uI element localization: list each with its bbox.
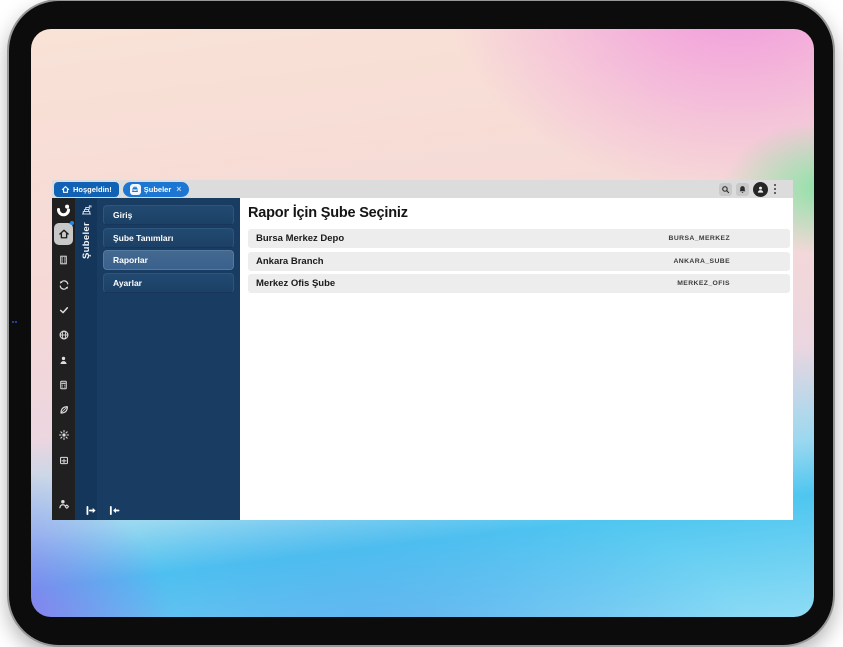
module-strip: Şubeler <box>75 198 97 520</box>
search-icon <box>721 185 730 194</box>
menu-item-label: Ayarlar <box>113 278 142 288</box>
search-button[interactable] <box>719 183 732 196</box>
branch-code: MERKEZ_OFIS <box>677 280 730 287</box>
profile-button[interactable] <box>753 182 768 197</box>
branch-row-ankara[interactable]: Ankara Branch ANKARA_SUBE <box>248 252 790 271</box>
menu-item-giris[interactable]: Giriş <box>103 205 234 225</box>
expand-panel-icon[interactable] <box>85 504 98 517</box>
branch-icon <box>130 184 141 195</box>
home-icon <box>61 185 70 194</box>
menu-item-raporlar[interactable]: Raporlar <box>103 250 234 270</box>
close-icon[interactable]: × <box>176 185 181 194</box>
rail-sun-button[interactable] <box>54 425 73 445</box>
menu-panel: Giriş Şube Tanımları Raporlar Ayarlar <box>97 198 240 520</box>
rail-user-button[interactable] <box>54 350 73 370</box>
rail-building-button[interactable] <box>54 250 73 270</box>
building-icon <box>58 254 69 266</box>
tab-subeler[interactable]: Şubeler × <box>123 182 189 197</box>
branch-row-bursa[interactable]: Bursa Merkez Depo BURSA_MERKEZ <box>248 229 790 248</box>
tab-subeler-label: Şubeler <box>144 185 172 194</box>
collapse-panel-icon[interactable] <box>108 504 121 517</box>
calculator-icon <box>58 379 69 391</box>
menu-item-label: Giriş <box>113 210 132 220</box>
rail-globe-button[interactable] <box>54 325 73 345</box>
avatar-icon <box>756 185 765 194</box>
menu-item-label: Şube Tanımları <box>113 233 173 243</box>
rail-card-button[interactable] <box>54 450 73 470</box>
app-window: Hoşgeldin! Şubeler × <box>52 180 793 520</box>
id-card-icon <box>58 455 70 466</box>
branch-code: ANKARA_SUBE <box>673 258 730 265</box>
rail-sync-button[interactable] <box>54 275 73 295</box>
branch-name: Merkez Ofis Şube <box>256 278 335 289</box>
rail-calculator-button[interactable] <box>54 375 73 395</box>
user-icon <box>58 355 69 366</box>
sun-icon <box>58 429 70 441</box>
tablet-screen: Hoşgeldin! Şubeler × <box>31 29 814 617</box>
branch-row-merkez[interactable]: Merkez Ofis Şube MERKEZ_OFIS <box>248 274 790 293</box>
app-logo-icon <box>55 201 73 218</box>
notifications-button[interactable] <box>736 183 749 196</box>
bell-icon <box>738 185 747 194</box>
rail-check-button[interactable] <box>54 300 73 320</box>
notification-dot <box>70 221 74 225</box>
tablet-frame: Hoşgeldin! Şubeler × <box>9 1 833 645</box>
check-icon <box>58 304 70 316</box>
home-icon <box>58 228 70 240</box>
branch-name: Ankara Branch <box>256 256 324 267</box>
tab-welcome[interactable]: Hoşgeldin! <box>54 182 119 197</box>
rail-home-button[interactable] <box>54 223 73 245</box>
leaf-icon <box>58 404 70 416</box>
tab-welcome-label: Hoşgeldin! <box>73 185 112 194</box>
bezel-indicator-dots <box>12 321 20 325</box>
icon-rail <box>52 198 75 520</box>
module-label: Şubeler <box>81 222 92 259</box>
branch-code: BURSA_MERKEZ <box>669 235 730 242</box>
tab-bar: Hoşgeldin! Şubeler × <box>52 180 793 198</box>
menu-item-ayarlar[interactable]: Ayarlar <box>103 273 234 293</box>
app-body: Şubeler Giriş Şube Tanımları Raporlar Ay… <box>52 198 793 520</box>
topbar-actions <box>719 182 778 197</box>
branch-name: Bursa Merkez Depo <box>256 233 344 244</box>
globe-icon <box>58 329 70 341</box>
rail-user-settings-button[interactable] <box>54 494 73 514</box>
module-branch-icon <box>80 203 93 216</box>
user-settings-icon <box>58 498 70 510</box>
sync-icon <box>58 279 70 291</box>
overflow-menu-icon[interactable] <box>772 184 778 194</box>
rail-leaf-button[interactable] <box>54 400 73 420</box>
page-title: Rapor İçin Şube Seçiniz <box>248 205 790 221</box>
content-area: Rapor İçin Şube Seçiniz Bursa Merkez Dep… <box>240 198 793 520</box>
menu-item-sube-tanimlari[interactable]: Şube Tanımları <box>103 228 234 248</box>
menu-item-label: Raporlar <box>113 255 148 265</box>
